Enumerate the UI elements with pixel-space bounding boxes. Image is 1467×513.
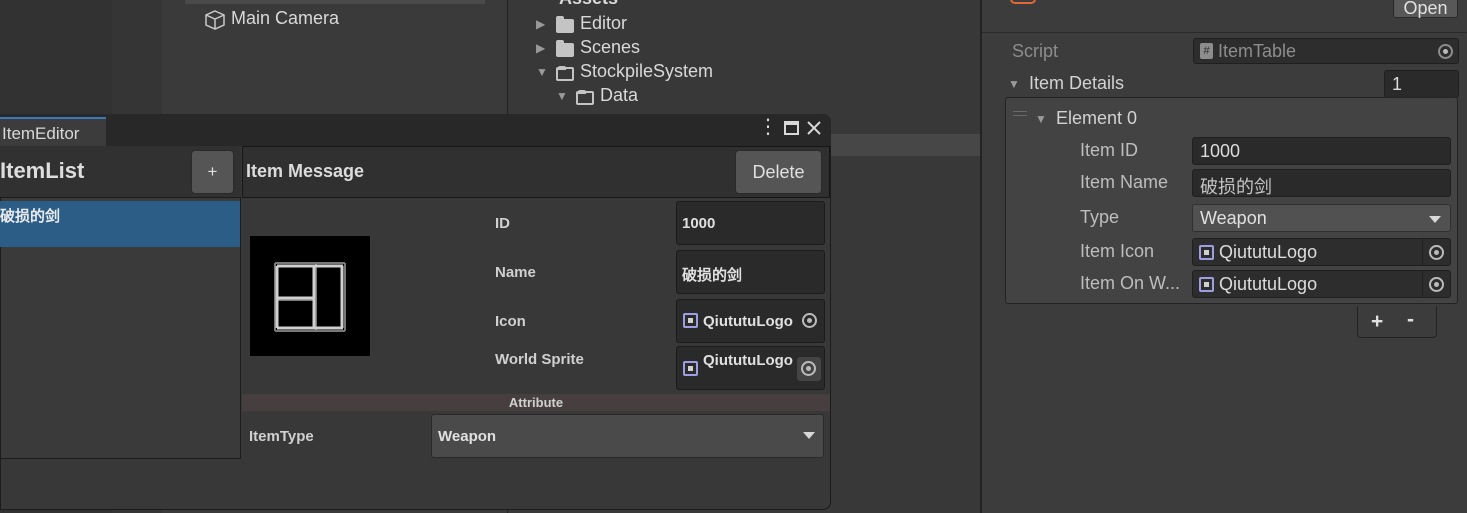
script-asset-icon xyxy=(1010,0,1036,4)
inspector-divider xyxy=(982,32,1467,33)
object-picker-divider xyxy=(1422,239,1423,265)
item-icon-label: Item Icon xyxy=(1080,241,1155,261)
object-picker-icon[interactable] xyxy=(1429,245,1444,260)
object-picker-icon[interactable] xyxy=(1429,277,1444,292)
script-label: Script xyxy=(1012,41,1059,61)
sprite-icon xyxy=(683,313,698,328)
add-item-button[interactable]: + xyxy=(191,150,234,194)
foldout-arrow-icon[interactable]: ▼ xyxy=(1035,112,1047,126)
type-dropdown[interactable]: Weapon xyxy=(1192,204,1451,232)
script-value: ItemTable xyxy=(1218,41,1297,61)
item-on-world-field[interactable]: QiututuLogo xyxy=(1192,270,1451,298)
list-add-remove-group xyxy=(1357,306,1437,338)
item-id-field[interactable]: 1000 xyxy=(1192,137,1451,165)
object-picker-divider xyxy=(1422,271,1423,297)
folder-label: StockpileSystem xyxy=(580,61,714,81)
dropdown-arrow-icon xyxy=(803,432,815,439)
object-picker-button[interactable] xyxy=(797,357,821,381)
sprite-icon xyxy=(1199,277,1214,292)
id-label: ID xyxy=(495,215,510,232)
maximize-icon[interactable] xyxy=(784,121,799,135)
list-remove-button[interactable]: - xyxy=(1407,308,1414,332)
open-button[interactable]: Open xyxy=(1393,0,1458,18)
type-dropdown-value: Weapon xyxy=(1200,208,1267,228)
hierarchy-row-clipped xyxy=(185,0,485,4)
folder-label: Data xyxy=(600,85,639,105)
project-folder-scenes[interactable]: ▶ Scenes xyxy=(536,37,656,59)
list-item[interactable]: 破损的剑 xyxy=(0,201,240,247)
drag-handle-icon[interactable] xyxy=(1013,111,1027,116)
project-folder-data[interactable]: ▼ Data xyxy=(556,85,676,107)
expand-arrow-icon[interactable]: ▶ xyxy=(536,17,545,31)
world-sprite-field[interactable]: QiututuLogo xyxy=(676,346,825,390)
item-list-title: ItemList xyxy=(0,158,85,183)
item-message-title: Item Message xyxy=(246,161,365,181)
item-icon-field[interactable]: QiututuLogo xyxy=(1192,238,1451,266)
item-editor-tab[interactable]: ItemEditor xyxy=(0,117,106,146)
name-label: Name xyxy=(495,264,536,281)
item-name-field[interactable]: 破损的剑 xyxy=(1192,169,1451,197)
folder-icon xyxy=(556,16,574,33)
qiututu-logo-icon xyxy=(274,262,346,332)
collapse-arrow-icon[interactable]: ▼ xyxy=(556,89,568,103)
name-field[interactable]: 破损的剑 xyxy=(676,250,825,294)
project-folder-assets[interactable]: Assets xyxy=(515,0,635,10)
more-options-icon[interactable]: ⋮ xyxy=(758,117,778,137)
icon-field[interactable]: QiututuLogo xyxy=(676,299,825,343)
item-on-world-value: QiututuLogo xyxy=(1219,274,1318,294)
item-details-size-field[interactable]: 1 xyxy=(1384,70,1459,98)
icon-value: QiututuLogo xyxy=(703,313,793,330)
item-type-dropdown[interactable]: Weapon xyxy=(431,414,824,458)
dropdown-arrow-icon xyxy=(1429,216,1441,223)
type-label: Type xyxy=(1080,207,1120,227)
item-name-label: Item Name xyxy=(1080,172,1169,192)
folder-open-icon xyxy=(556,66,574,81)
item-type-value: Weapon xyxy=(438,428,497,445)
id-value: 1000 xyxy=(682,215,716,232)
project-folder-stockpilesystem[interactable]: ▼ StockpileSystem xyxy=(536,61,736,83)
icon-label: Icon xyxy=(495,313,526,330)
collapse-arrow-icon[interactable]: ▼ xyxy=(536,65,548,79)
item-id-label: Item ID xyxy=(1080,140,1139,160)
item-icon-preview xyxy=(250,236,370,356)
project-folder-editor[interactable]: ▶ Editor xyxy=(536,13,656,35)
object-picker-icon[interactable] xyxy=(1438,44,1453,59)
hierarchy-item-label: Main Camera xyxy=(231,8,340,28)
editor-titlebar xyxy=(0,114,831,146)
item-icon-value: QiututuLogo xyxy=(1219,242,1318,262)
item-details-label: Item Details xyxy=(1029,73,1125,93)
expand-arrow-icon[interactable]: ▶ xyxy=(536,41,545,55)
folder-label: Scenes xyxy=(580,37,641,57)
sprite-icon xyxy=(683,361,698,376)
project-selected-row[interactable] xyxy=(828,134,980,156)
object-picker-icon xyxy=(801,361,816,376)
world-sprite-value: QiututuLogo xyxy=(703,352,793,369)
cs-script-icon: # xyxy=(1200,43,1213,59)
cube-icon xyxy=(205,10,225,30)
folder-open-icon xyxy=(576,90,594,105)
list-add-button[interactable]: + xyxy=(1371,310,1383,334)
folder-icon xyxy=(556,40,574,57)
item-type-label: ItemType xyxy=(249,428,314,445)
item-details-foldout[interactable]: ▼ Item Details xyxy=(1008,72,1208,96)
id-field[interactable]: 1000 xyxy=(676,201,825,245)
item-on-world-label: Item On W... xyxy=(1080,273,1181,293)
folder-label: Editor xyxy=(580,13,628,33)
close-icon[interactable] xyxy=(807,121,821,135)
delete-button[interactable]: Delete xyxy=(735,150,822,194)
world-sprite-label: World Sprite xyxy=(495,351,584,368)
object-picker-icon[interactable] xyxy=(802,313,817,328)
foldout-arrow-icon[interactable]: ▼ xyxy=(1008,77,1020,91)
element-0-label[interactable]: Element 0 xyxy=(1056,108,1137,129)
sprite-icon xyxy=(1199,245,1214,260)
folder-label: Assets xyxy=(559,0,618,9)
name-value: 破损的剑 xyxy=(682,267,743,284)
attribute-section-header: Attribute xyxy=(242,394,830,411)
script-field: # ItemTable xyxy=(1193,38,1459,64)
